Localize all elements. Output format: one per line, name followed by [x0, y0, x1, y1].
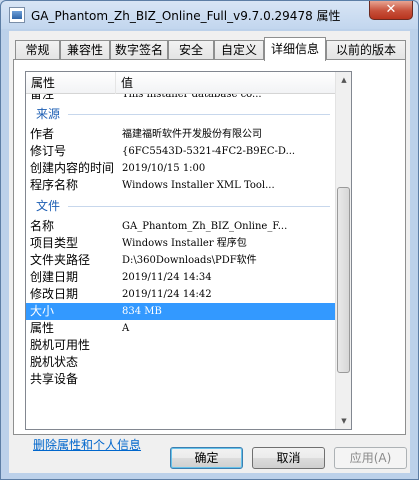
property-name: 修改日期 [30, 287, 79, 301]
property-name: 修订号 [30, 144, 67, 158]
list-item[interactable]: 作者 福建福昕软件开发股份有限公司 [26, 126, 336, 143]
property-value: 834 MB [122, 306, 162, 317]
tab-security[interactable]: 安全 [168, 40, 214, 60]
title-bar[interactable]: GA_Phantom_Zh_BIZ_Online_Full_v9.7.0.294… [1, 1, 418, 29]
list-item[interactable]: 共享设备 [26, 371, 336, 388]
property-name: 创建内容的时间 [30, 161, 115, 175]
list-item[interactable]: 属性 A [26, 320, 336, 337]
list-item[interactable]: 名称 GA_Phantom_Zh_BIZ_Online_F... [26, 218, 336, 235]
vertical-scrollbar[interactable]: ▲ ▼ [335, 72, 351, 429]
property-value: Windows Installer XML Tool... [122, 180, 275, 191]
group-label: 来源 [36, 107, 61, 121]
list-item[interactable]: 创建日期 2019/11/24 14:34 [26, 269, 336, 286]
properties-list[interactable]: 属性 值 备注 This installer database co... 来源… [25, 71, 352, 430]
tab-general[interactable]: 常规 [15, 40, 60, 60]
window-title: GA_Phantom_Zh_BIZ_Online_Full_v9.7.0.294… [31, 9, 341, 23]
list-header: 属性 值 [26, 72, 336, 94]
property-name: 创建日期 [30, 270, 79, 284]
property-value: 2019/10/15 1:00 [122, 163, 206, 174]
property-name: 名称 [30, 219, 55, 233]
group-header-file: 文件 [26, 198, 336, 215]
property-value: A [122, 323, 130, 334]
property-value: GA_Phantom_Zh_BIZ_Online_F... [122, 221, 288, 232]
list-item[interactable]: 脱机状态 [26, 354, 336, 371]
group-label: 文件 [36, 199, 61, 213]
property-value: 2019/11/24 14:42 [122, 289, 212, 300]
list-item[interactable]: 程序名称 Windows Installer XML Tool... [26, 177, 336, 194]
list-item[interactable]: 备注 This installer database co... [26, 94, 336, 104]
apply-button[interactable]: 应用(A) [334, 447, 407, 469]
column-header-value[interactable]: 值 [116, 72, 336, 94]
dialog-body: 常规 兼容性 数字签名 安全 自定义 详细信息 以前的版本 属性 值 备注 Th… [9, 31, 410, 473]
property-value: {6FC5543D-5321-4FC2-B9EC-D... [122, 146, 296, 157]
property-name: 脱机状态 [30, 355, 79, 369]
group-header-origin: 来源 [26, 106, 336, 123]
property-value: Windows Installer 程序包 [122, 238, 247, 249]
scroll-up-arrow-icon[interactable]: ▲ [336, 72, 351, 88]
group-divider [68, 114, 330, 115]
property-name: 作者 [30, 127, 55, 141]
properties-window: GA_Phantom_Zh_BIZ_Online_Full_v9.7.0.294… [0, 0, 419, 480]
tab-digital-signatures[interactable]: 数字签名 [110, 40, 168, 60]
tab-compatibility[interactable]: 兼容性 [60, 40, 110, 60]
tab-strip: 常规 兼容性 数字签名 安全 自定义 详细信息 以前的版本 [13, 37, 409, 61]
details-panel: 属性 值 备注 This installer database co... 来源… [13, 59, 406, 452]
property-name: 备注 [30, 94, 55, 101]
property-name: 项目类型 [30, 236, 79, 250]
property-value: This installer database co... [122, 94, 262, 100]
cancel-button[interactable]: 取消 [252, 447, 325, 469]
list-item[interactable]: 项目类型 Windows Installer 程序包 [26, 235, 336, 252]
list-item-selected[interactable]: 大小 834 MB [26, 303, 336, 320]
close-button[interactable]: ✕ [369, 1, 413, 20]
ok-button[interactable]: 确定 [170, 447, 243, 469]
property-name: 脱机可用性 [30, 338, 91, 352]
tab-custom[interactable]: 自定义 [214, 40, 264, 60]
scroll-down-arrow-icon[interactable]: ▼ [336, 413, 351, 429]
tab-details[interactable]: 详细信息 [264, 37, 326, 61]
list-item[interactable]: 创建内容的时间 2019/10/15 1:00 [26, 160, 336, 177]
list-item[interactable]: 脱机可用性 [26, 337, 336, 354]
installer-file-icon [9, 7, 25, 23]
property-name: 共享设备 [30, 372, 79, 386]
property-name: 属性 [30, 321, 55, 335]
list-item[interactable]: 修改日期 2019/11/24 14:42 [26, 286, 336, 303]
property-value: 福建福昕软件开发股份有限公司 [122, 129, 262, 140]
property-value: 2019/11/24 14:34 [122, 272, 212, 283]
scrollbar-thumb[interactable] [337, 187, 350, 373]
tab-previous-versions[interactable]: 以前的版本 [326, 40, 406, 60]
list-item[interactable]: 修订号 {6FC5543D-5321-4FC2-B9EC-D... [26, 143, 336, 160]
list-item[interactable]: 文件夹路径 D:\360Downloads\PDF软件 [26, 252, 336, 269]
property-value: D:\360Downloads\PDF软件 [122, 255, 257, 266]
column-header-property[interactable]: 属性 [26, 72, 116, 94]
property-name: 程序名称 [30, 178, 79, 192]
property-name: 文件夹路径 [30, 253, 91, 267]
remove-properties-link[interactable]: 删除属性和个人信息 [33, 436, 141, 453]
group-divider [68, 206, 330, 207]
property-name: 大小 [30, 304, 55, 318]
